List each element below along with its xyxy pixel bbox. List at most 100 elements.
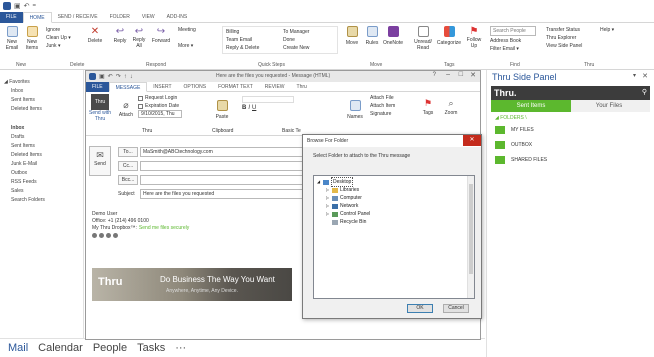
dialog-close-icon[interactable]: ✕	[463, 135, 481, 146]
junk-button[interactable]: Junk ▾	[46, 42, 71, 50]
send-with-thru-button[interactable]: Thru Send with Thru	[89, 94, 111, 122]
msg-undo-icon[interactable]: ↶	[108, 73, 113, 80]
categorize-button[interactable]: Categorize	[436, 26, 462, 47]
request-login-checkbox[interactable]: Request Login	[138, 94, 182, 102]
tags-button[interactable]: ⚑ Tags	[420, 98, 436, 117]
nav-calendar[interactable]: Calendar	[38, 342, 83, 354]
transfer-status-button[interactable]: Transfer Status	[546, 26, 582, 34]
msg-tab-options[interactable]: OPTIONS	[178, 82, 213, 92]
fav-sent-items[interactable]: Sent Items	[0, 96, 83, 105]
folder-sent-items[interactable]: Sent Items	[0, 142, 83, 151]
side-panel-close-icon[interactable]: ✕	[642, 72, 648, 80]
folder-rss[interactable]: RSS Feeds	[0, 178, 83, 187]
msg-close-icon[interactable]: ✕	[470, 71, 476, 79]
signature-button[interactable]: Signature	[370, 110, 395, 118]
side-panel-search-icon[interactable]: ⚲	[642, 88, 647, 96]
ok-button[interactable]: OK	[407, 304, 433, 313]
folder-outbox[interactable]: Outbox	[0, 169, 83, 178]
filter-email-button[interactable]: Filter Email ▾	[490, 45, 536, 53]
cancel-button[interactable]: Cancel	[443, 304, 469, 313]
msg-maximize-icon[interactable]: □	[459, 71, 463, 78]
delete-button[interactable]: ✕ Delete	[86, 26, 104, 45]
clean-up-button[interactable]: Clean Up ▾	[46, 34, 71, 42]
bcc-button[interactable]: Bcc...	[118, 175, 138, 185]
tab-home[interactable]: HOME	[22, 11, 52, 23]
underline-icon[interactable]: U	[252, 105, 256, 111]
folder-sales[interactable]: Sales	[0, 187, 83, 196]
facebook-icon[interactable]	[106, 233, 111, 238]
quickstep-team-email[interactable]: Team Email	[226, 36, 259, 44]
undo-icon[interactable]: ↶	[24, 2, 30, 10]
new-items-button[interactable]: New Items	[23, 26, 41, 51]
side-tab-sent-items[interactable]: Sent Items	[491, 100, 571, 112]
reply-all-button[interactable]: ↩ Reply All	[131, 26, 147, 49]
attach-file-button[interactable]: Attach File	[370, 94, 395, 102]
msg-tab-message[interactable]: MESSAGE	[108, 81, 148, 92]
fav-deleted-items[interactable]: Deleted Items	[0, 105, 83, 114]
scrollbar-thumb[interactable]	[469, 184, 473, 274]
font-bar[interactable]	[242, 96, 294, 103]
twitter-icon[interactable]	[99, 233, 104, 238]
zoom-button[interactable]: ⌕ Zoom	[442, 98, 460, 117]
follow-up-button[interactable]: ⚑ Follow Up	[464, 26, 484, 49]
folder-search[interactable]: Search Folders	[0, 196, 83, 205]
folders-header[interactable]: ◢ FOLDERS \	[495, 115, 654, 121]
tab-folder[interactable]: FOLDER	[104, 12, 136, 23]
italic-icon[interactable]: I	[248, 105, 250, 111]
paste-button[interactable]: Paste	[214, 100, 230, 121]
tree-network[interactable]: ▷ Network	[326, 202, 474, 210]
save-icon[interactable]: ▣	[14, 2, 21, 10]
favorites-header[interactable]: ◢ Favorites	[0, 78, 83, 87]
signature-banner[interactable]: Thru Do Business The Way You Want Anywhe…	[92, 268, 292, 301]
tree-scrollbar[interactable]	[467, 176, 474, 298]
folder-inbox[interactable]: Inbox	[0, 124, 83, 133]
fav-inbox[interactable]: Inbox	[0, 87, 83, 96]
side-tab-your-files[interactable]: Your Files	[571, 100, 647, 112]
tab-send-receive[interactable]: SEND / RECEIVE	[52, 12, 104, 23]
names-button[interactable]: Names	[346, 100, 364, 121]
nav-tasks[interactable]: Tasks	[137, 342, 165, 354]
tree-desktop[interactable]: ◢ Desktop	[317, 177, 474, 187]
rules-button[interactable]: Rules	[364, 26, 380, 47]
msg-tab-file[interactable]: FILE	[86, 81, 109, 92]
tab-view[interactable]: VIEW	[136, 12, 161, 23]
quickstep-reply-delete[interactable]: Reply & Delete	[226, 44, 259, 52]
view-side-panel-button[interactable]: View Side Panel	[546, 42, 582, 50]
msg-redo-icon[interactable]: ↷	[116, 73, 121, 80]
tree-control-panel[interactable]: ▷ Control Panel	[326, 210, 474, 218]
customize-icon[interactable]: =	[33, 3, 37, 9]
onenote-button[interactable]: OneNote	[382, 26, 404, 47]
thru-explorer-button[interactable]: Thru Explorer	[546, 34, 582, 42]
folder-tree[interactable]: ◢ Desktop ▷ Libraries ▷ Computer ▷ Netwo…	[313, 175, 475, 299]
googleplus-icon[interactable]	[113, 233, 118, 238]
folder-drafts[interactable]: Drafts	[0, 133, 83, 142]
quickstep-done[interactable]: Done	[283, 36, 309, 44]
new-email-button[interactable]: New Email	[4, 26, 20, 51]
tab-add-ins[interactable]: ADD-INS	[161, 12, 194, 23]
reply-button[interactable]: ↩ Reply	[112, 26, 128, 45]
search-people-input[interactable]: Search People	[490, 26, 536, 36]
msg-up-icon[interactable]: ↑	[124, 74, 127, 80]
move-button[interactable]: Move	[344, 26, 360, 47]
msg-down-icon[interactable]: ↓	[130, 74, 133, 80]
folder-deleted-items[interactable]: Deleted Items	[0, 151, 83, 160]
quickstep-create-new[interactable]: Create New	[283, 44, 309, 52]
quickstep-billing[interactable]: Billing	[226, 28, 259, 36]
to-button[interactable]: To...	[118, 147, 138, 157]
quickstep-to-manager[interactable]: To Manager	[283, 28, 309, 36]
thru-attach-button[interactable]: ⌀ Attach	[118, 100, 134, 119]
bold-icon[interactable]: B	[242, 105, 246, 111]
msg-tab-format-text[interactable]: FORMAT TEXT	[212, 82, 259, 92]
linkedin-icon[interactable]	[92, 233, 97, 238]
ignore-button[interactable]: Ignore	[46, 26, 71, 34]
nav-mail[interactable]: Mail	[8, 342, 28, 354]
unread-read-button[interactable]: Unread/ Read	[412, 26, 434, 51]
nav-people[interactable]: People	[93, 342, 127, 354]
expiration-date-checkbox[interactable]: Expiration Date	[138, 102, 182, 110]
attach-item-button[interactable]: Attach Item	[370, 102, 395, 110]
tree-computer[interactable]: ▷ Computer	[326, 194, 474, 202]
address-book-button[interactable]: Address Book	[490, 37, 536, 45]
tab-file[interactable]: FILE	[0, 11, 23, 23]
forward-button[interactable]: ↪ Forward	[150, 26, 172, 45]
msg-tab-thru[interactable]: Thru	[291, 82, 313, 92]
